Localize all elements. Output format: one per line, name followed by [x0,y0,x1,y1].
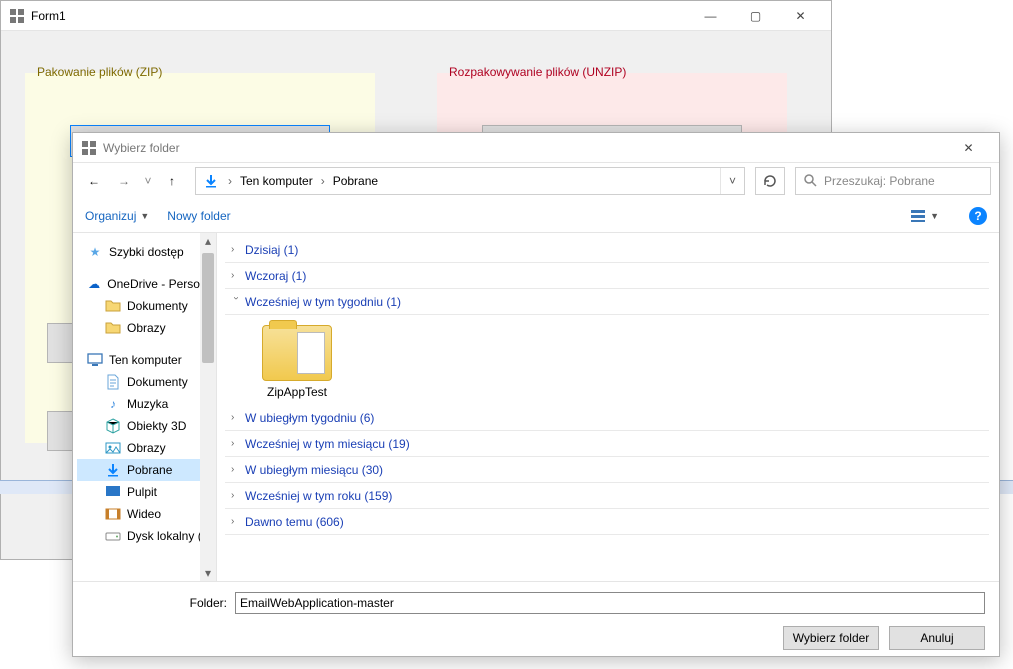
video-icon [105,506,121,522]
sidebar-pc-music[interactable]: ♪Muzyka [77,393,216,415]
folder-item-label: ZipAppTest [267,385,327,399]
group-yesterday[interactable]: ›Wczoraj (1) [225,263,989,289]
chevron-right-icon: › [231,412,241,423]
breadcrumb-folder[interactable]: Pobrane [327,168,384,194]
download-icon [105,462,121,478]
sidebar-pc-disk[interactable]: Dysk lokalny (C:) [77,525,216,547]
cancel-button[interactable]: Anuluj [889,626,985,650]
minimize-button[interactable]: — [688,1,733,30]
new-folder-button[interactable]: Nowy folder [167,209,230,223]
folder-picker-dialog: Wybierz folder ✕ ← → ˅ ↑ › Ten komputer … [72,132,1000,657]
folder-item[interactable]: ZipAppTest [249,325,345,399]
refresh-button[interactable] [755,167,785,195]
group-last-month[interactable]: ›W ubiegłym miesiącu (30) [225,457,989,483]
zip-group-label: Pakowanie plików (ZIP) [33,65,166,79]
search-input[interactable]: Przeszukaj: Pobrane [795,167,991,195]
scroll-down-icon[interactable]: ▾ [200,565,216,581]
sidebar-pc-video[interactable]: Wideo [77,503,216,525]
chevron-right-icon[interactable]: › [226,174,234,188]
sidebar-quick-access[interactable]: ★Szybki dostęp [77,241,216,263]
group-older[interactable]: ›Dawno temu (606) [225,509,989,535]
chevron-right-icon: › [231,464,241,475]
folder-icon [105,320,121,336]
document-icon [105,374,121,390]
chevron-down-icon: › [231,297,242,307]
picker-bottom: Folder: Wybierz folder Anuluj [73,581,999,660]
dialog-icon [81,140,97,156]
music-icon: ♪ [105,396,121,412]
cube-icon [105,418,121,434]
picker-titlebar[interactable]: Wybierz folder ✕ [73,133,999,163]
chevron-right-icon: › [231,490,241,501]
sidebar-pc-imgs[interactable]: Obrazy [77,437,216,459]
close-button[interactable]: ✕ [778,1,823,30]
organize-menu[interactable]: Organizuj▼ [85,209,149,223]
forward-button[interactable]: → [111,168,137,194]
view-mode-button[interactable]: ▼ [910,208,939,224]
unzip-group-label: Rozpakowywanie plików (UNZIP) [445,65,630,79]
picker-title: Wybierz folder [103,141,946,155]
sidebar-pc-downloads[interactable]: Pobrane [77,459,216,481]
file-list[interactable]: ›Dzisiaj (1) ›Wczoraj (1) ›Wcześniej w t… [217,233,999,581]
chevron-right-icon: › [231,516,241,527]
group-this-week[interactable]: ›Wcześniej w tym tygodniu (1) [225,289,989,315]
sidebar-od-imgs[interactable]: Obrazy [77,317,216,339]
address-dropdown[interactable]: ˅ [720,168,744,194]
chevron-right-icon[interactable]: › [319,174,327,188]
sidebar-od-docs[interactable]: Dokumenty [77,295,216,317]
sidebar-pc-desk[interactable]: Pulpit [77,481,216,503]
select-folder-button[interactable]: Wybierz folder [783,626,879,650]
recent-dropdown[interactable]: ˅ [141,168,155,194]
folder-name-input[interactable] [235,592,985,614]
group-last-week[interactable]: ›W ubiegłym tygodniu (6) [225,405,989,431]
group-this-year[interactable]: ›Wcześniej w tym roku (159) [225,483,989,509]
scroll-thumb[interactable] [202,253,214,363]
cloud-icon: ☁ [87,276,101,292]
up-button[interactable]: ↑ [159,168,185,194]
sidebar-pc-3d[interactable]: Obiekty 3D [77,415,216,437]
group-this-month[interactable]: ›Wcześniej w tym miesiącu (19) [225,431,989,457]
disk-icon [105,528,121,544]
nav-row: ← → ˅ ↑ › Ten komputer › Pobrane ˅ Przes… [73,163,999,199]
sidebar-onedrive[interactable]: ☁OneDrive - Personal [77,273,216,295]
address-bar[interactable]: › Ten komputer › Pobrane ˅ [195,167,745,195]
nav-sidebar: ★Szybki dostęp ☁OneDrive - Personal Doku… [73,233,217,581]
form1-titlebar[interactable]: Form1 — ▢ ✕ [1,1,831,31]
sidebar-scrollbar[interactable]: ▴ ▾ [200,233,216,581]
chevron-right-icon: › [231,438,241,449]
maximize-button[interactable]: ▢ [733,1,778,30]
breadcrumb-root[interactable]: Ten komputer [234,168,319,194]
sidebar-thispc[interactable]: Ten komputer [77,349,216,371]
folder-field-label: Folder: [87,596,227,610]
search-icon [802,172,818,191]
chevron-right-icon: › [231,270,241,281]
image-icon [105,440,121,456]
app-icon [9,8,25,24]
scroll-up-icon[interactable]: ▴ [200,233,216,249]
sidebar-pc-docs[interactable]: Dokumenty [77,371,216,393]
back-button[interactable]: ← [81,168,107,194]
folder-icon [262,325,332,381]
folder-icon [105,298,121,314]
picker-close-button[interactable]: ✕ [946,133,991,162]
group-today[interactable]: ›Dzisiaj (1) [225,237,989,263]
chevron-right-icon: › [231,244,241,255]
monitor-icon [87,352,103,368]
form1-title: Form1 [31,9,688,23]
picker-toolbar: Organizuj▼ Nowy folder ▼ ? [73,199,999,233]
search-placeholder: Przeszukaj: Pobrane [824,174,935,188]
star-icon: ★ [87,244,103,260]
desktop-icon [105,484,121,500]
download-arrow-icon [200,173,222,189]
help-button[interactable]: ? [969,207,987,225]
